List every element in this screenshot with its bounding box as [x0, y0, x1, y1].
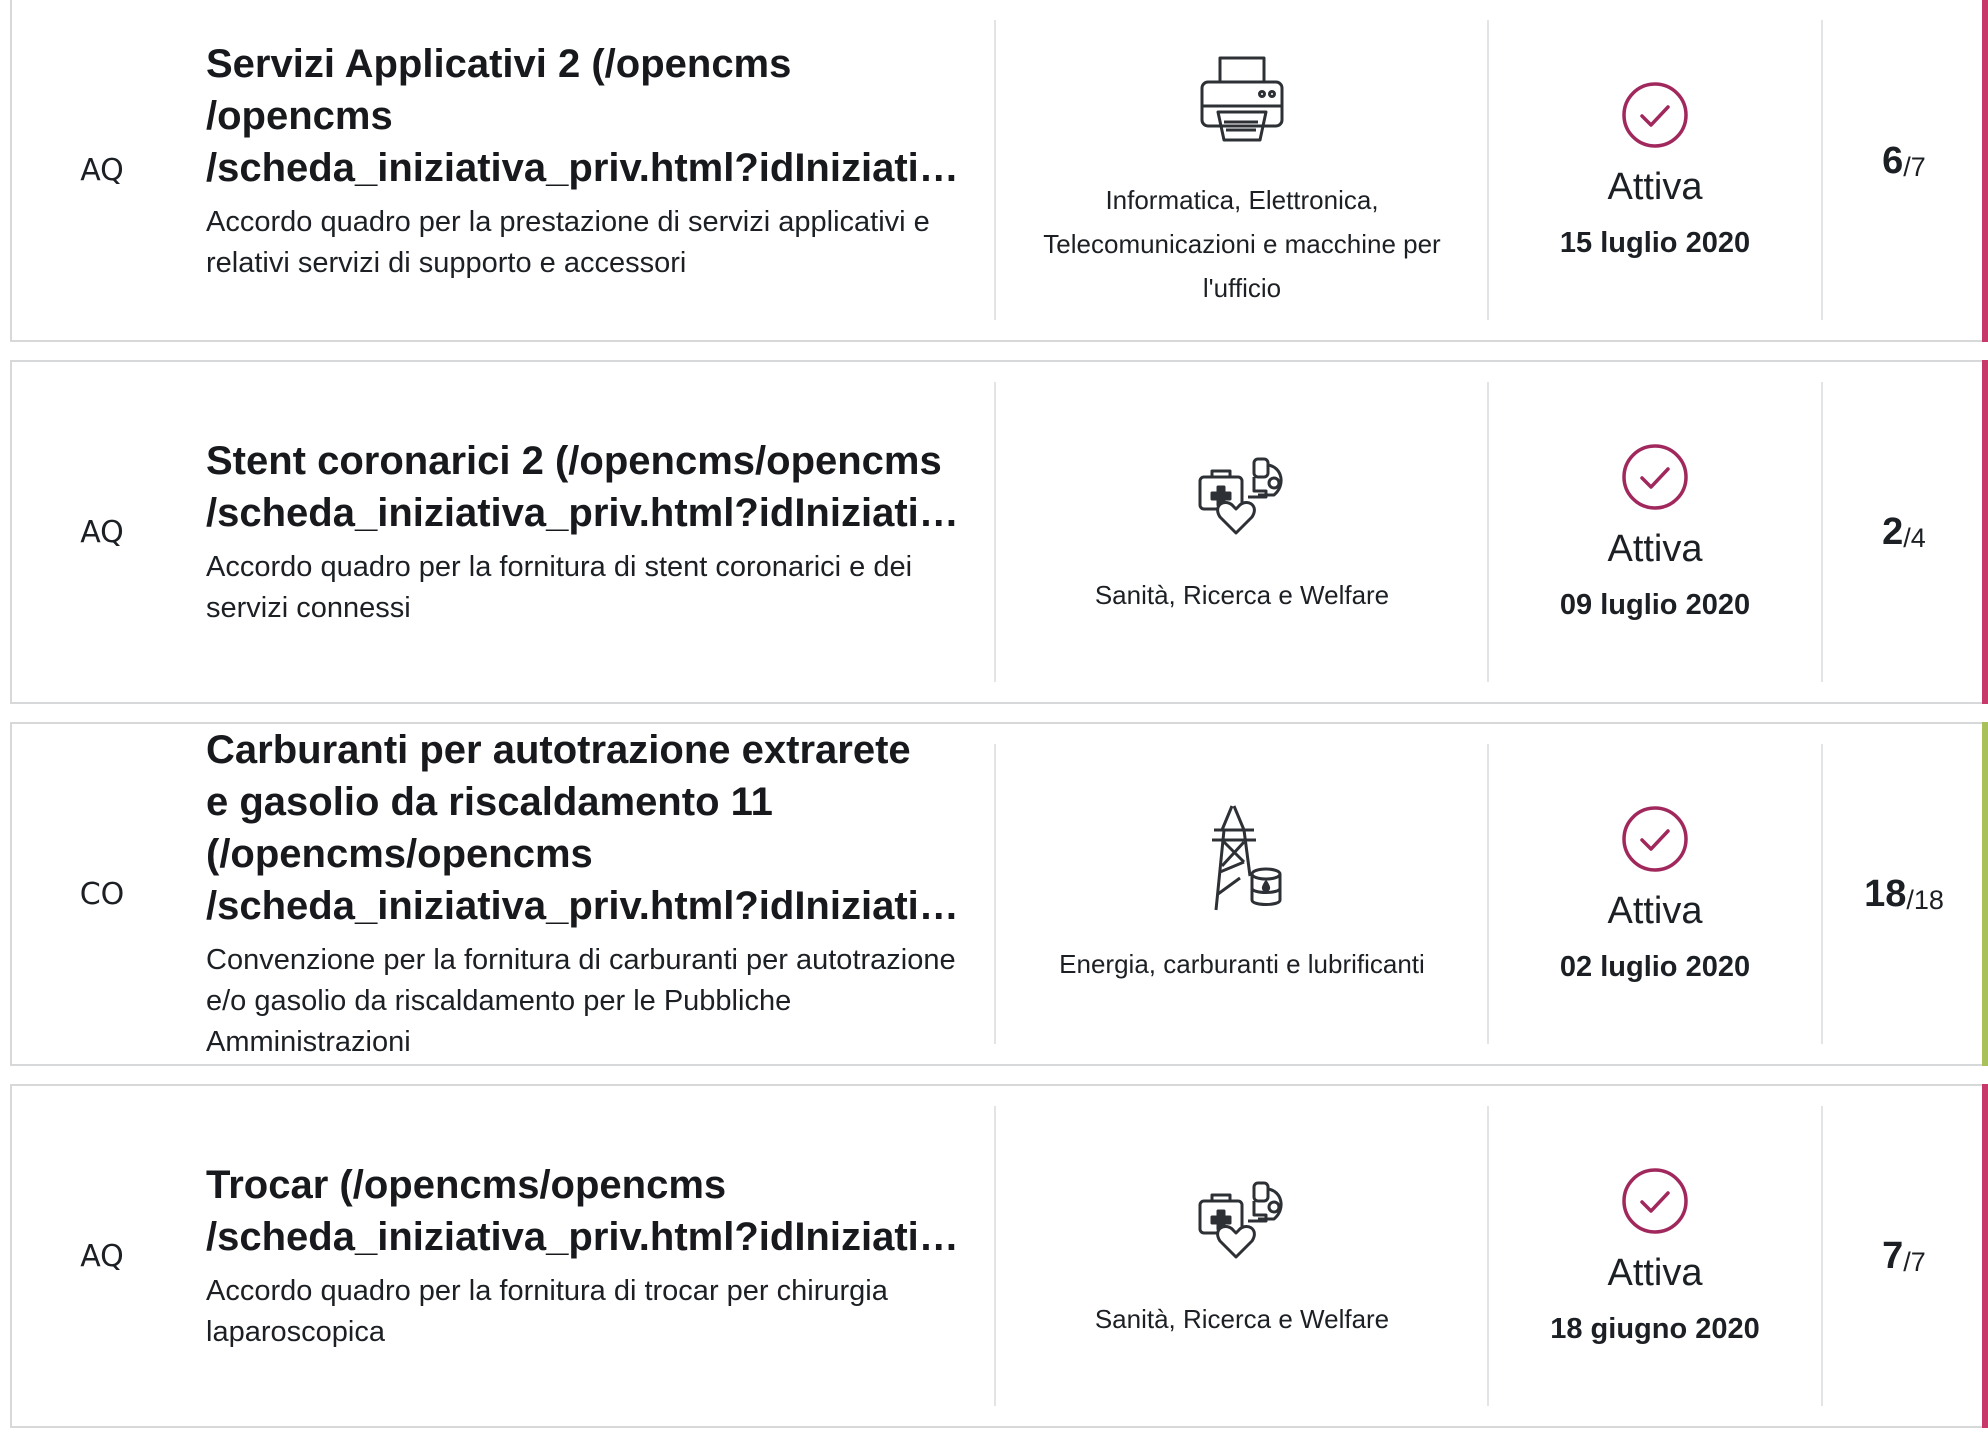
lot-count: 7/7 — [1824, 1086, 1984, 1426]
lot-count: 2/4 — [1824, 362, 1984, 702]
column-divider — [1487, 20, 1489, 320]
initiative-category: Sanità, Ricerca e Welfare — [997, 1086, 1487, 1426]
column-divider — [1821, 1106, 1823, 1406]
column-divider — [1487, 382, 1489, 682]
title-line: /scheda_iniziativa_priv.html?idIniziati… — [206, 146, 959, 190]
check-circle-icon — [1622, 444, 1688, 510]
title-line: Stent coronarici 2 (/opencms/opencms — [206, 439, 942, 483]
initiative-description: Accordo quadro per la fornitura di stent… — [206, 551, 913, 624]
title-line: /scheda_iniziativa_priv.html?idIniziati… — [206, 1215, 959, 1259]
status-label: Attiva — [1607, 528, 1703, 570]
title-line: /scheda_iniziativa_priv.html?idIniziati… — [206, 491, 959, 535]
column-divider — [1821, 20, 1823, 320]
initiative-type: CO — [79, 876, 125, 912]
column-divider — [1487, 744, 1489, 1044]
initiative-status: Attiva 18 giugno 2020 — [1490, 1086, 1820, 1426]
title-line: Servizi Applicativi 2 (/opencms — [206, 42, 792, 86]
health-icon — [1198, 1181, 1283, 1259]
initiative-type: AQ — [80, 514, 124, 550]
initiative-row: CO Carburanti per autotrazione extrarete… — [10, 722, 1988, 1066]
initiative-row: AQ Trocar (/opencms/opencms /scheda_iniz… — [10, 1084, 1988, 1428]
initiative-type: AQ — [80, 152, 124, 188]
initiative-row: AQ Servizi Applicativi 2 (/opencms /open… — [10, 0, 1988, 342]
lot-count-total: /4 — [1903, 522, 1926, 553]
initiative-type: AQ — [80, 1238, 124, 1274]
status-date: 09 luglio 2020 — [1559, 589, 1751, 621]
column-divider — [994, 20, 996, 320]
status-label: Attiva — [1607, 1252, 1703, 1294]
status-date: 02 luglio 2020 — [1559, 951, 1751, 983]
lot-count-total: /7 — [1903, 1246, 1926, 1277]
energy-pylon-icon — [1212, 805, 1282, 911]
lot-count-total: /18 — [1906, 884, 1944, 915]
column-divider — [994, 1106, 996, 1406]
initiative-title-link[interactable]: Trocar (/opencms/opencms /scheda_iniziat… — [206, 1159, 976, 1263]
title-line: Carburanti per autotrazione extrarete — [206, 728, 911, 772]
initiative-info: Trocar (/opencms/opencms /scheda_iniziat… — [206, 1086, 976, 1426]
initiative-description: Convenzione per la fornitura di carburan… — [206, 944, 956, 1058]
column-divider — [1821, 382, 1823, 682]
initiative-info: Servizi Applicativi 2 (/opencms /opencms… — [206, 38, 976, 284]
column-divider — [994, 744, 996, 1044]
check-circle-icon — [1622, 1168, 1688, 1234]
status-label: Attiva — [1607, 890, 1703, 932]
column-divider — [1487, 1106, 1489, 1406]
lot-count-current: 6 — [1882, 140, 1904, 182]
initiative-category: Sanità, Ricerca e Welfare — [997, 362, 1487, 702]
title-line: (/opencms/opencms — [206, 832, 593, 876]
health-icon — [1198, 457, 1283, 535]
title-line: e gasolio da riscaldamento 11 — [206, 780, 773, 824]
initiative-title-link[interactable]: Carburanti per autotrazione extrarete e … — [206, 724, 976, 932]
initiative-title-link[interactable]: Servizi Applicativi 2 (/opencms /opencms… — [206, 38, 976, 194]
check-circle-icon — [1622, 806, 1688, 872]
column-divider — [1821, 744, 1823, 1044]
title-line: Trocar (/opencms/opencms — [206, 1163, 727, 1207]
column-divider — [994, 382, 996, 682]
initiative-category: Energia, carburanti e lubrificanti — [997, 724, 1487, 1064]
initiative-status: Attiva 15 luglio 2020 — [1490, 0, 1820, 340]
initiative-description: Accordo quadro per la fornitura di troca… — [206, 1275, 888, 1348]
lot-count-current: 18 — [1864, 872, 1907, 915]
category-label: Energia, carburanti e lubrificanti — [1059, 949, 1425, 979]
initiative-info: Stent coronarici 2 (/opencms/opencms /sc… — [206, 362, 976, 702]
lot-count-current: 7 — [1882, 1234, 1904, 1277]
initiative-status: Attiva 02 luglio 2020 — [1490, 724, 1820, 1064]
printer-icon — [1200, 56, 1284, 142]
status-date: 15 luglio 2020 — [1559, 227, 1751, 259]
initiative-info: Carburanti per autotrazione extrarete e … — [206, 724, 976, 1066]
category-label: Informatica, Elettronica, Telecomunicazi… — [1043, 185, 1441, 303]
category-label: Sanità, Ricerca e Welfare — [1094, 1304, 1390, 1334]
status-label: Attiva — [1607, 166, 1703, 208]
lot-count-current: 2 — [1882, 510, 1904, 553]
category-label: Sanità, Ricerca e Welfare — [1094, 580, 1390, 610]
initiative-description: Accordo quadro per la prestazione di ser… — [206, 206, 930, 279]
status-date: 18 giugno 2020 — [1550, 1313, 1760, 1345]
title-line: /opencms — [206, 94, 393, 138]
title-line: /scheda_iniziativa_priv.html?idIniziati… — [206, 884, 959, 928]
initiative-row: AQ Stent coronarici 2 (/opencms/opencms … — [10, 360, 1988, 704]
lot-count: 6/7 — [1824, 0, 1984, 340]
lot-count-total: /7 — [1903, 152, 1926, 182]
initiative-category: Informatica, Elettronica, Telecomunicazi… — [997, 0, 1487, 340]
check-circle-icon — [1622, 82, 1688, 148]
initiative-title-link[interactable]: Stent coronarici 2 (/opencms/opencms /sc… — [206, 435, 976, 539]
initiative-status: Attiva 09 luglio 2020 — [1490, 362, 1820, 702]
lot-count: 18/18 — [1824, 724, 1984, 1064]
